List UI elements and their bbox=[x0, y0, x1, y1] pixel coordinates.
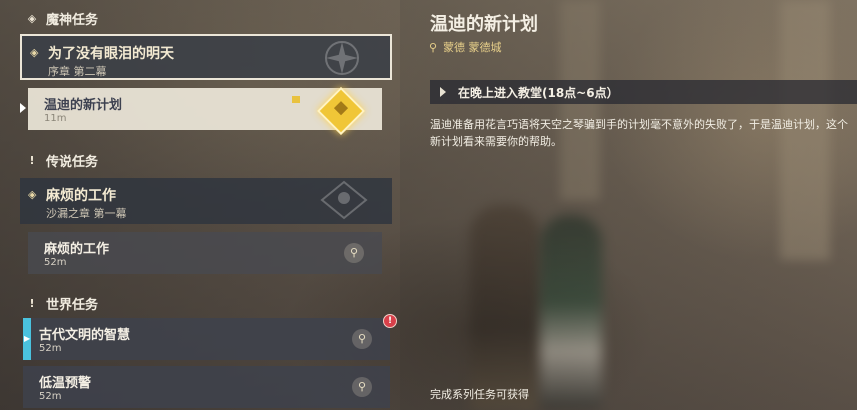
quest-card[interactable]: 麻烦的工作 52m ⚲ bbox=[28, 232, 382, 274]
rewards-label: 完成系列任务可获得 bbox=[430, 388, 529, 401]
category-label: 世界任务 bbox=[46, 297, 99, 313]
chapter-emblem-icon bbox=[325, 41, 359, 75]
world-quest-card[interactable]: ▶ 古代文明的智慧 52m ⚲ bbox=[23, 318, 390, 360]
flag-icon bbox=[292, 96, 300, 103]
quest-detail-title: 温迪的新计划 bbox=[430, 14, 538, 35]
active-quest-arrow-icon bbox=[20, 103, 26, 113]
category-label: 传说任务 bbox=[46, 154, 99, 170]
quest-distance: 52m bbox=[39, 343, 62, 354]
quest-detail-panel bbox=[400, 0, 857, 410]
archon-diamond-icon: ◈ bbox=[30, 46, 39, 59]
objective-text: 在晚上进入教堂(18点~6点） bbox=[458, 85, 619, 100]
chapter-emblem-icon bbox=[320, 180, 368, 220]
category-world-quests: ! 世界任务 bbox=[26, 294, 99, 313]
chapter-subtitle: 沙漏之章 第一幕 bbox=[46, 207, 127, 220]
chapter-subtitle: 序章 第二幕 bbox=[48, 65, 107, 78]
quest-title: 低温预警 bbox=[39, 376, 92, 391]
quest-location: ⚲ 蒙德 蒙德城 bbox=[429, 39, 502, 55]
quest-distance: 52m bbox=[44, 257, 67, 268]
quest-distance: 52m bbox=[39, 391, 62, 402]
location-text: 蒙德 蒙德城 bbox=[443, 41, 502, 54]
quest-title: 古代文明的智慧 bbox=[39, 328, 131, 343]
quest-title: 麻烦的工作 bbox=[44, 242, 110, 257]
quest-objective: 在晚上进入教堂(18点~6点） bbox=[430, 80, 857, 104]
archon-diamond-icon: ◈ bbox=[27, 11, 37, 25]
chapter-title: 麻烦的工作 bbox=[46, 188, 116, 204]
map-pin-icon: ⚲ bbox=[429, 40, 438, 54]
quest-distance: 11m bbox=[44, 113, 67, 124]
location-pin-icon[interactable]: ⚲ bbox=[352, 329, 372, 349]
location-pin-icon[interactable]: ⚲ bbox=[352, 377, 372, 397]
quest-title: 温迪的新计划 bbox=[44, 98, 123, 113]
exclamation-icon: ! bbox=[29, 296, 35, 310]
archon-chapter-card[interactable]: ◈ 为了没有眼泪的明天 序章 第二幕 bbox=[20, 34, 392, 80]
category-archon-quests: ◈ 魔神任务 bbox=[26, 9, 99, 28]
quest-card-active[interactable]: 温迪的新计划 11m bbox=[28, 86, 382, 136]
quest-accent-bar: ▶ bbox=[23, 318, 31, 360]
category-label: 魔神任务 bbox=[46, 12, 99, 28]
location-pin-icon[interactable]: ⚲ bbox=[344, 243, 364, 263]
quest-description: 温迪准备用花言巧语将天空之琴骗到手的计划毫不意外的失败了，于是温迪计划，这个新计… bbox=[430, 118, 848, 148]
category-story-quests: ! 传说任务 bbox=[26, 151, 99, 170]
world-quest-card[interactable]: 低温预警 52m ⚲ bbox=[23, 366, 390, 408]
story-diamond-icon: ◈ bbox=[28, 188, 37, 201]
arrow-right-icon: ▶ bbox=[24, 334, 31, 343]
alert-badge-icon: ! bbox=[383, 314, 397, 328]
story-chapter-card[interactable]: ◈ 麻烦的工作 沙漏之章 第一幕 bbox=[20, 178, 392, 224]
play-triangle-icon bbox=[440, 87, 446, 97]
exclamation-icon: ! bbox=[29, 153, 35, 167]
chapter-title: 为了没有眼泪的明天 bbox=[48, 46, 174, 62]
tracking-diamond-icon[interactable] bbox=[316, 86, 366, 136]
